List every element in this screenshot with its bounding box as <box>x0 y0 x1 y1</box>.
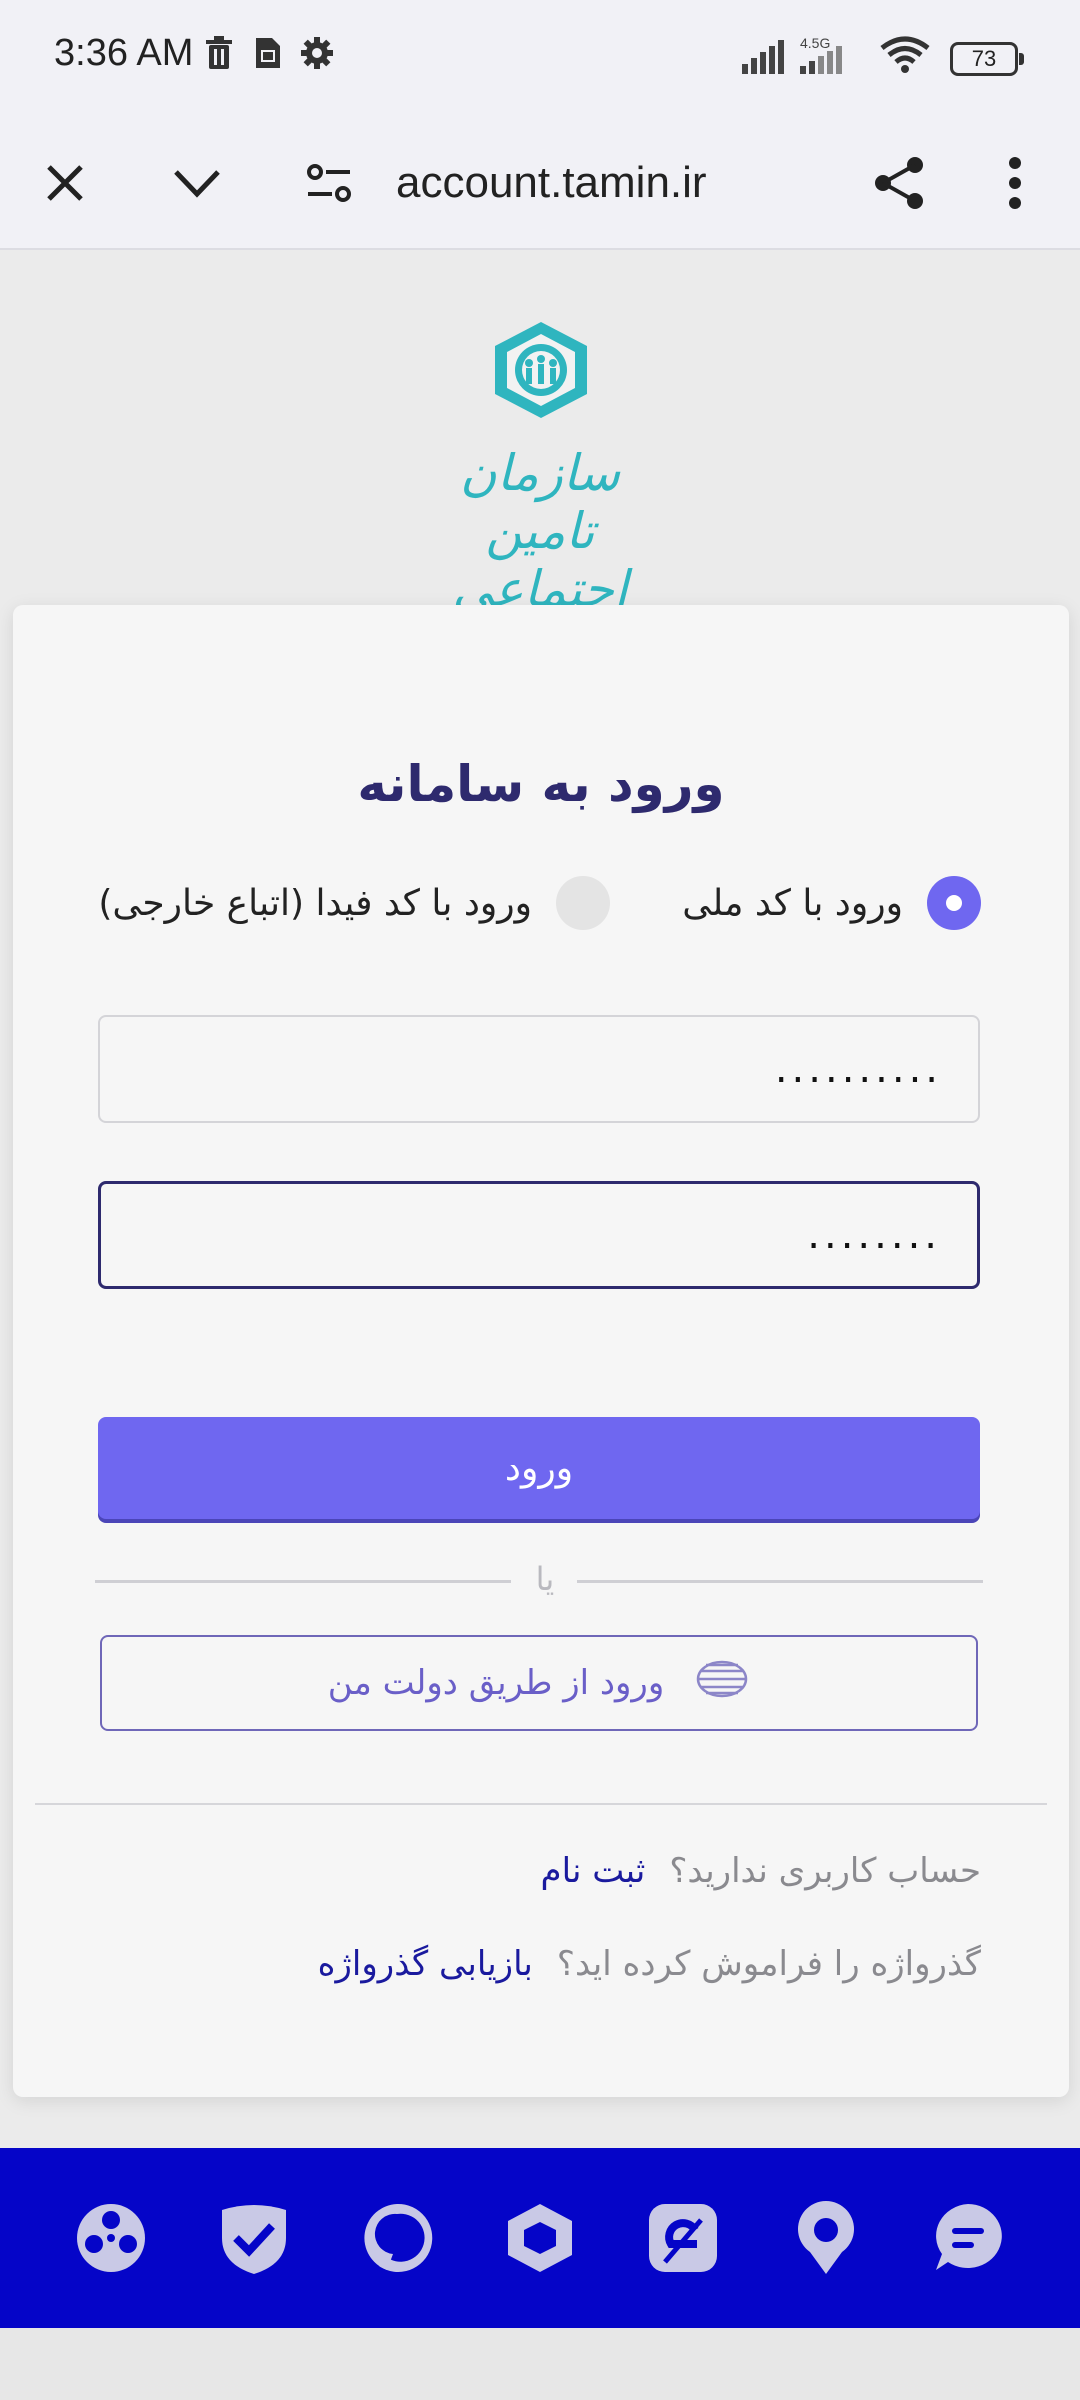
radio-selected[interactable] <box>927 876 981 930</box>
settings-gear-icon <box>300 36 334 74</box>
password-field[interactable] <box>98 1181 980 1289</box>
login-button[interactable]: ورود <box>98 1417 980 1519</box>
radio-label: ورود با کد ملی <box>682 882 903 924</box>
or-separator: یا <box>95 1560 983 1600</box>
no-account-text: حساب کاربری ندارید؟ <box>669 1851 981 1891</box>
url-display[interactable]: account.tamin.ir <box>396 148 707 218</box>
share-icon <box>875 157 923 209</box>
more-vertical-icon <box>1009 157 1021 209</box>
forgot-password-text: گذرواژه را فراموش کرده اید؟ <box>556 1944 981 1984</box>
hexagon-icon[interactable] <box>500 2198 580 2278</box>
close-icon <box>47 165 83 201</box>
globe-lines-icon <box>694 1659 750 1708</box>
password-input[interactable] <box>101 1184 977 1286</box>
signal-strength-icon <box>742 38 794 78</box>
tamin-emblem-icon <box>495 322 587 418</box>
e-brand-icon[interactable] <box>643 2198 723 2278</box>
close-tab-button[interactable] <box>28 146 102 220</box>
browser-toolbar: account.tamin.ir <box>0 118 1080 250</box>
radio-option-national-code[interactable]: ورود با کد ملی <box>682 873 981 933</box>
chevron-down-icon <box>174 170 220 198</box>
page-title: ورود به سامانه <box>357 755 725 813</box>
more-options-button[interactable] <box>978 146 1052 220</box>
system-navigation-bar <box>0 2328 1080 2400</box>
page-info-button[interactable] <box>292 146 366 220</box>
status-bar: 3:36 AM 4.5G 73 <box>0 0 1080 118</box>
wifi-icon <box>880 36 930 78</box>
register-row: حساب کاربری ندارید؟ ثبت نام <box>541 1843 981 1899</box>
gov-login-button[interactable]: ورود از طریق دولت من <box>100 1635 978 1731</box>
radio-option-fida-code[interactable]: ورود با کد فیدا (اتباع خارجی) <box>98 873 610 933</box>
minimize-tab-button[interactable] <box>160 146 234 220</box>
chat-bubble-icon[interactable] <box>928 2198 1008 2278</box>
separator-line <box>577 1580 983 1583</box>
organization-name: سازمان تامین اجتماعی <box>452 444 628 618</box>
login-card: ورود به سامانه ورود با کد ملی ورود با کد… <box>13 605 1069 2097</box>
trash-icon <box>204 36 234 74</box>
tune-icon <box>307 164 351 202</box>
divider <box>35 1803 1047 1805</box>
recover-password-link[interactable]: بازیابی گذرواژه <box>318 1944 533 1984</box>
recover-row: گذرواژه را فراموش کرده اید؟ بازیابی گذرو… <box>318 1936 981 1992</box>
radio-unselected[interactable] <box>556 876 610 930</box>
login-button-label: ورود <box>504 1447 574 1489</box>
register-link[interactable]: ثبت نام <box>541 1851 646 1891</box>
radio-label: ورود با کد فیدا (اتباع خارجی) <box>98 882 532 924</box>
battery-level: 73 <box>971 46 997 71</box>
film-reel-icon[interactable] <box>71 2198 151 2278</box>
share-button[interactable] <box>862 146 936 220</box>
signal-strength-4g-icon: 4.5G <box>800 35 872 80</box>
status-time: 3:36 AM <box>54 32 194 74</box>
battery-indicator: 73 <box>950 42 1024 76</box>
location-pin-icon[interactable] <box>786 2198 866 2278</box>
shield-check-icon[interactable] <box>214 2198 294 2278</box>
or-label: یا <box>535 1560 555 1598</box>
sim-card-icon <box>254 36 282 74</box>
username-field[interactable] <box>98 1015 980 1123</box>
separator-line <box>95 1580 511 1583</box>
username-input[interactable] <box>100 1017 978 1121</box>
network-type-label: 4.5G <box>800 36 830 51</box>
gov-login-label: ورود از طریق دولت من <box>327 1663 665 1703</box>
s-brand-icon[interactable] <box>357 2198 437 2278</box>
bottom-app-bar <box>0 2148 1080 2328</box>
